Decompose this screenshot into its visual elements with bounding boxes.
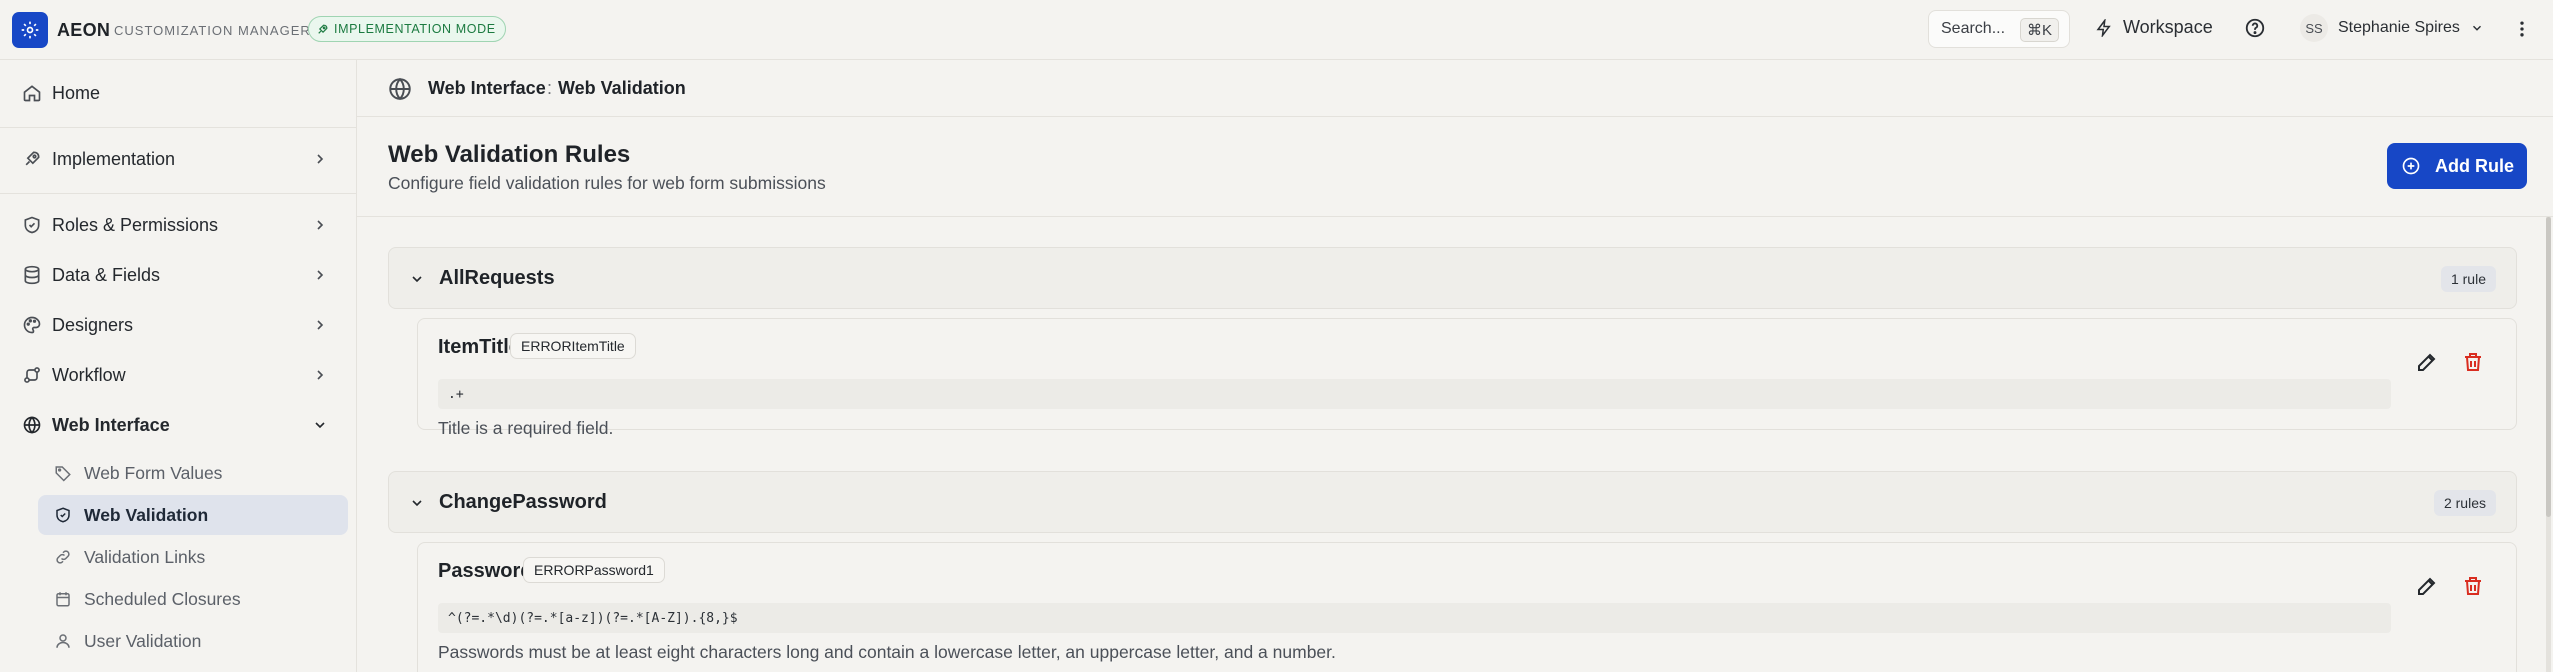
app-logo[interactable] (12, 12, 48, 48)
breadcrumb-parent[interactable]: Web Interface (428, 78, 546, 99)
rule-error-code: ERRORItemTitle (510, 333, 636, 359)
chevron-down-icon (315, 422, 325, 429)
sidebar-item-label: Workflow (52, 364, 126, 385)
sidebar-item-label: Web Interface (52, 414, 170, 435)
sidebar-subitem-label: Web Form Values (84, 462, 223, 483)
home-icon (23, 85, 41, 102)
tag-icon (55, 466, 71, 482)
user-menu[interactable]: SS Stephanie Spires (2300, 14, 2484, 42)
sidebar-subitem-label: Validation Links (84, 546, 206, 567)
rule-card-password1: Password1 ERRORPassword1 ^(?=.*\d)(?=.*[… (417, 542, 2517, 672)
sidebar-subitem-web-validation[interactable]: Web Validation (38, 495, 348, 535)
link-icon (56, 550, 70, 564)
search-button[interactable]: Search... ⌘K (1928, 10, 2070, 48)
trash-icon[interactable] (2461, 574, 2485, 598)
sidebar-item-workflow[interactable]: Workflow (0, 355, 357, 395)
rocket-icon (25, 151, 40, 166)
edit-icon[interactable] (2415, 350, 2439, 374)
palette-icon (23, 316, 41, 334)
edit-icon[interactable] (2415, 574, 2439, 598)
workflow-icon (24, 367, 40, 383)
shield-icon (24, 216, 40, 234)
search-label: Search... (1941, 20, 2006, 37)
sidebar-subitem-label: User Validation (84, 630, 202, 651)
user-name: Stephanie Spires (2338, 19, 2460, 36)
sidebar-subitem-validation-links[interactable]: Validation Links (38, 537, 348, 577)
avatar: SS (2300, 14, 2328, 42)
calendar-icon (56, 592, 70, 607)
sidebar-item-label: Home (52, 82, 101, 103)
sidebar-item-home[interactable]: Home (0, 73, 357, 113)
app-subtitle: CUSTOMIZATION MANAGER (114, 23, 311, 38)
rule-regex: .+ (438, 379, 2391, 409)
workspace-label: Workspace (2123, 17, 2213, 37)
breadcrumb-current: Web Validation (558, 78, 686, 98)
page-title: Web Validation Rules (388, 141, 631, 168)
sidebar-item-implementation[interactable]: Implementation (0, 139, 357, 179)
breadcrumb-separator: : (547, 78, 553, 98)
search-shortcut: ⌘K (2019, 18, 2059, 42)
page-header: Web Validation Rules Configure field val… (357, 117, 2553, 217)
scrollbar-thumb[interactable] (2546, 217, 2551, 517)
sidebar-item-roles-permissions[interactable]: Roles & Permissions (0, 205, 357, 245)
rocket-icon (318, 24, 328, 34)
sidebar-subitem-user-validation[interactable]: User Validation (38, 621, 348, 661)
group-header-changepassword[interactable]: ChangePassword 2 rules (388, 471, 2517, 533)
rule-count-badge: 2 rules (2433, 490, 2496, 516)
help-icon[interactable] (2244, 17, 2266, 39)
chevron-right-icon (317, 154, 324, 164)
add-rule-label: Add Rule (2435, 155, 2514, 176)
implementation-mode-badge: IMPLEMENTATION MODE (308, 16, 506, 42)
group-name: AllRequests (439, 267, 555, 289)
sidebar-item-label: Data & Fields (52, 264, 161, 285)
chevron-right-icon (317, 220, 324, 230)
user-icon (56, 634, 70, 648)
add-rule-button[interactable]: Add Rule (2387, 143, 2527, 189)
group-header-allrequests[interactable]: AllRequests 1 rule (388, 247, 2517, 309)
sidebar-subitem-web-form-values[interactable]: Web Form Values (38, 453, 348, 493)
plus-circle-icon (2402, 157, 2420, 175)
chevron-down-icon (412, 276, 422, 283)
chevron-right-icon (317, 370, 324, 380)
rule-message: Passwords must be at least eight charact… (438, 642, 1336, 662)
sidebar-item-label: Roles & Permissions (52, 214, 219, 235)
sidebar-item-label: Implementation (52, 148, 176, 169)
breadcrumb: Web Interface : Web Validation (357, 60, 2553, 117)
page-subtitle: Configure field validation rules for web… (388, 173, 826, 193)
database-icon (24, 265, 40, 285)
sidebar-divider (0, 193, 357, 194)
rule-error-code: ERRORPassword1 (523, 557, 665, 583)
trash-icon[interactable] (2461, 350, 2485, 374)
sidebar: Home Implementation Roles & Permissions … (0, 60, 357, 672)
globe-icon (23, 416, 41, 434)
sidebar-item-designers[interactable]: Designers (0, 305, 357, 345)
sidebar-subitem-label: Web Validation (84, 504, 209, 525)
rule-card-itemtitle: ItemTitle ERRORItemTitle .+ Title is a r… (417, 318, 2517, 438)
rule-message: Title is a required field. (438, 418, 614, 438)
chevron-right-icon (317, 320, 324, 330)
mode-badge-label: IMPLEMENTATION MODE (334, 22, 496, 36)
app-brand: AEON (57, 20, 111, 40)
chevron-down-icon (2472, 25, 2481, 31)
gear-icon (21, 21, 39, 39)
group-name: ChangePassword (439, 491, 607, 513)
sidebar-divider (0, 127, 357, 128)
sidebar-subitem-label: Scheduled Closures (84, 588, 241, 609)
sidebar-item-data-fields[interactable]: Data & Fields (0, 255, 357, 295)
top-bar: AEON CUSTOMIZATION MANAGER IMPLEMENTATIO… (0, 0, 2553, 60)
chevron-down-icon (412, 500, 422, 507)
chevron-right-icon (317, 270, 324, 280)
lightning-icon (2096, 18, 2111, 37)
rule-regex: ^(?=.*\d)(?=.*[a-z])(?=.*[A-Z]).{8,}$ (438, 603, 2391, 633)
workspace-button[interactable]: Workspace (2095, 17, 2213, 38)
rule-name: ItemTitle (438, 336, 520, 358)
more-options-icon[interactable] (2512, 18, 2532, 40)
sidebar-item-web-interface[interactable]: Web Interface (0, 405, 357, 445)
sidebar-item-label: Designers (52, 314, 134, 335)
rule-count-badge: 1 rule (2440, 266, 2496, 292)
sidebar-subitem-scheduled-closures[interactable]: Scheduled Closures (38, 579, 348, 619)
shield-check-icon (56, 507, 70, 523)
globe-icon (389, 77, 411, 101)
